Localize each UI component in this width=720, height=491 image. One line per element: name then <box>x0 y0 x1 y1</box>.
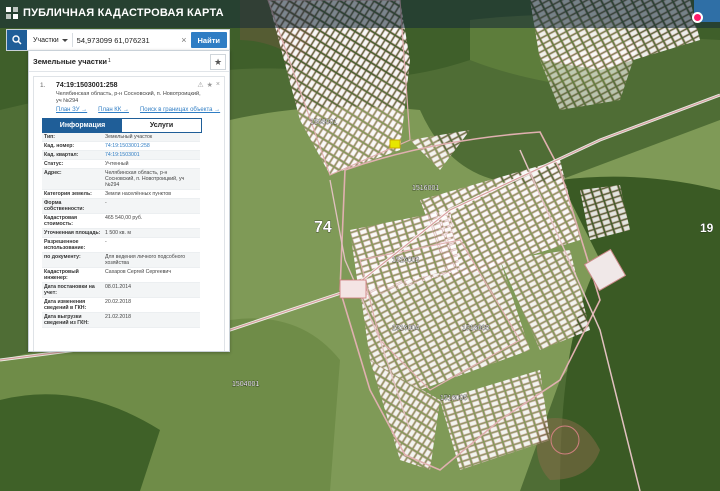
row-label: Уточненная площадь: <box>44 230 101 236</box>
search-type-label: Участки <box>33 36 59 44</box>
row-value: 1 500 кв. м <box>105 230 131 236</box>
selected-parcel-highlight <box>389 139 401 149</box>
results-panel: Земельные участки 1 ★ 1. 74:19:1503001:2… <box>28 50 230 352</box>
find-button[interactable]: Найти <box>190 32 227 48</box>
parcel-links: План ЗУ → План КК → Поиск в границах объ… <box>56 107 220 113</box>
row-value: Для ведения личного подсобного хозяйства <box>105 254 186 266</box>
row-value: Земли населённых пунктов <box>105 191 171 197</box>
table-row: Кад. квартал: 74:19:1503001 <box>42 151 200 160</box>
close-icon[interactable]: × <box>216 81 220 89</box>
row-value: - <box>105 239 107 245</box>
row-label: Кад. номер: <box>44 143 75 149</box>
row-value: 465 540,00 руб. <box>105 215 143 221</box>
table-row: Форма собственности: - <box>42 199 200 214</box>
parcel-card: 1. 74:19:1503001:258 ⚠ ★ × Челябинская о… <box>33 76 225 351</box>
table-row: Дата постановки на учет: 08.01.2014 <box>42 283 200 298</box>
table-row: Уточненная площадь: 1 500 кв. м <box>42 229 200 238</box>
logo-icon <box>6 7 18 19</box>
search-input[interactable] <box>72 32 178 48</box>
row-label: Адрес: <box>44 170 62 176</box>
block-label-1516003: 1516003 <box>462 325 489 332</box>
table-row: Разрешенное использование: - <box>42 238 200 253</box>
row-label: Форма собственности: <box>44 200 85 212</box>
row-value: Челябинская область, р-н Сосновский, п. … <box>105 170 185 188</box>
row-label: Тип: <box>44 134 56 140</box>
top-bar: ПУБЛИЧНАЯ КАДАСТРОВАЯ КАРТА <box>0 0 720 28</box>
block-label-1503001: 1503001 <box>310 119 337 126</box>
table-row: Статус: Учтенный <box>42 160 200 169</box>
tab-services[interactable]: Услуги <box>122 119 201 132</box>
star-outline-icon[interactable]: ★ <box>207 81 213 89</box>
parcel-tabs: Информация Услуги <box>42 118 202 133</box>
table-row: по документу: Для ведения личного подсобн… <box>42 253 200 268</box>
row-value: 21.02.2018 <box>105 314 131 320</box>
parcel-index: 1. <box>40 82 46 89</box>
cadastral-quarter-link[interactable]: 74:19:1503001 <box>103 151 200 159</box>
row-label: по документу: <box>44 254 81 260</box>
location-marker-icon <box>692 12 703 23</box>
block-label-1516005: 1516005 <box>440 395 467 402</box>
results-count: 1 <box>107 58 111 64</box>
row-value: - <box>105 200 107 206</box>
parcel-info-table: Тип: Земельный участок Кад. номер: 74:19:1… <box>42 133 200 328</box>
row-value: 20.02.2018 <box>105 299 131 305</box>
district-label-74: 74 <box>314 219 332 236</box>
parcel-address: Челябинская область, р-н Сосновский, п. … <box>56 91 201 104</box>
warning-icon[interactable]: ⚠ <box>197 81 203 89</box>
row-label: Категория земель: <box>44 191 92 197</box>
row-label: Статус: <box>44 161 64 167</box>
card-actions: ⚠ ★ × <box>197 81 220 89</box>
table-row: Кад. номер: 74:19:1503001:258 <box>42 142 200 151</box>
block-label-1516004: 1516004 <box>392 325 419 332</box>
plan-zu-link[interactable]: План ЗУ → <box>56 107 87 113</box>
cadastral-number-link[interactable]: 74:19:1503001:258 <box>103 142 200 150</box>
table-row: Дата изменения сведений в ГКН: 20.02.2018 <box>42 298 200 313</box>
search-in-bounds-link[interactable]: Поиск в границах объекта → <box>140 107 220 113</box>
row-value: 08.01.2014 <box>105 284 131 290</box>
block-label-1504001: 1504001 <box>232 381 259 388</box>
row-label: Разрешенное использование: <box>44 239 86 251</box>
star-icon[interactable]: ★ <box>210 54 226 70</box>
tab-information[interactable]: Информация <box>43 119 122 132</box>
panel-header: Земельные участки 1 <box>29 51 229 72</box>
row-label: Дата постановки на учет: <box>44 284 95 296</box>
row-label: Кадастровая стоимость: <box>44 215 78 227</box>
clear-icon[interactable]: × <box>177 35 190 45</box>
search-type-dropdown[interactable]: Участки <box>27 33 73 47</box>
table-row: Тип: Земельный участок <box>42 133 200 142</box>
table-row: Адрес: Челябинская область, р-н Сосновски… <box>42 169 200 190</box>
table-row: Кадастровая стоимость: 465 540,00 руб. <box>42 214 200 229</box>
search-bar: Участки × Найти <box>6 29 230 51</box>
row-value: Земельный участок <box>105 134 153 140</box>
table-row: Дата выгрузки сведений из ГКН: 21.02.2018 <box>42 313 200 328</box>
row-label: Кад. квартал: <box>44 152 79 158</box>
app-brand[interactable]: ПУБЛИЧНАЯ КАДАСТРОВАЯ КАРТА <box>6 7 224 19</box>
row-value: Учтенный <box>105 161 129 167</box>
parcel-number: 74:19:1503001:258 <box>56 82 118 89</box>
row-label: Дата выгрузки сведений из ГКН: <box>44 314 89 326</box>
row-value: Сахаров Сергей Сергеевич <box>105 269 172 275</box>
search-icon[interactable] <box>7 30 27 50</box>
block-label-1516002: 1516002 <box>392 257 419 264</box>
table-row: Категория земель: Земли населённых пункто… <box>42 190 200 199</box>
chevron-down-icon <box>61 38 68 42</box>
table-row: Кадастровый инженер: Сахаров Сергей Серге… <box>42 268 200 283</box>
block-label-1516001: 1516001 <box>412 185 439 192</box>
row-label: Дата изменения сведений в ГКН: <box>44 299 87 311</box>
panel-title: Земельные участки <box>33 56 107 66</box>
row-label: Кадастровый инженер: <box>44 269 79 281</box>
app-title: ПУБЛИЧНАЯ КАДАСТРОВАЯ КАРТА <box>23 7 224 19</box>
plan-kk-link[interactable]: План КК → <box>98 107 129 113</box>
district-label-19: 19 <box>700 221 714 235</box>
